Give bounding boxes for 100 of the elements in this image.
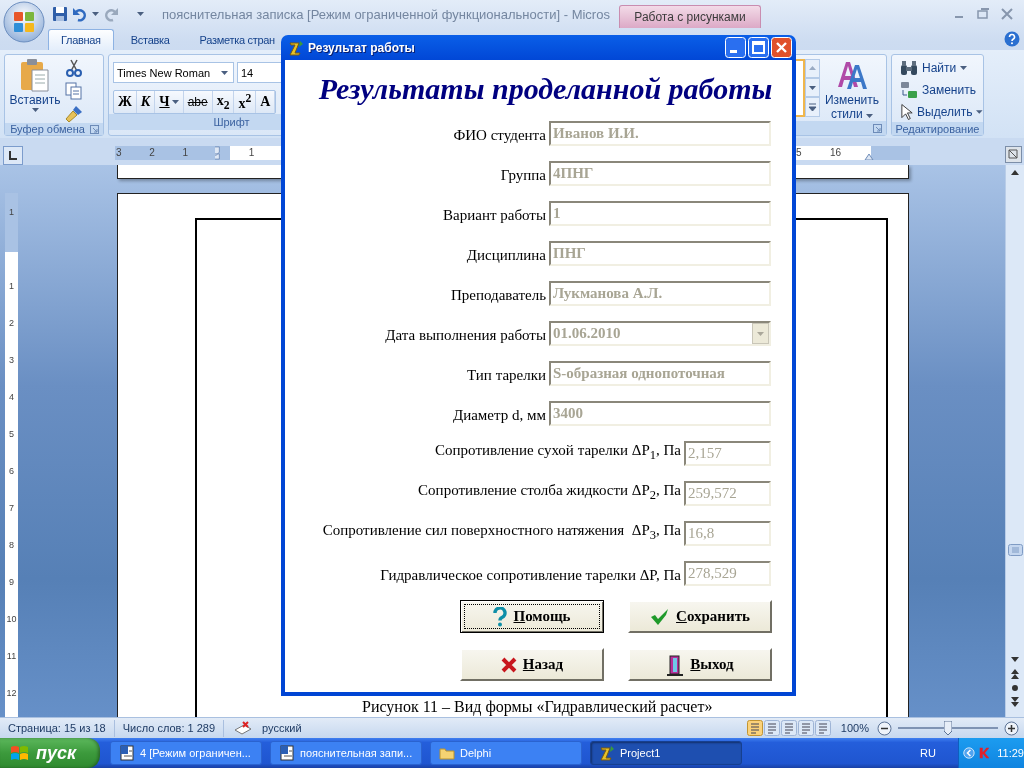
app-icon — [288, 39, 304, 56]
replace-icon — [900, 81, 918, 99]
ruler-number: 1 — [181, 146, 189, 160]
folder-icon — [439, 745, 455, 761]
view-button[interactable] — [797, 720, 814, 736]
maximize-button[interactable] — [748, 37, 769, 58]
caret-icon — [171, 100, 179, 104]
start-button[interactable]: пуск — [0, 738, 100, 768]
tab-stop-button[interactable] — [3, 146, 23, 165]
restore-button[interactable] — [974, 6, 992, 22]
scissors-icon[interactable] — [65, 59, 83, 77]
view-button[interactable] — [780, 720, 797, 736]
view-button[interactable] — [746, 720, 763, 736]
app-icon — [599, 745, 615, 761]
ruler-number: 6 — [8, 465, 15, 478]
clipboard-icon — [20, 58, 50, 92]
ruler-number: 8 — [8, 539, 15, 552]
ruler-number: 9 — [8, 576, 15, 589]
language-indicator[interactable]: русский — [262, 722, 302, 734]
styles-icon — [836, 59, 868, 91]
ribbon-tab[interactable]: Главная — [48, 29, 114, 50]
view-ruler-button[interactable] — [1005, 146, 1022, 163]
word-count[interactable]: Число слов: 1 289 — [114, 719, 225, 737]
caret-icon — [137, 12, 144, 16]
caret-icon — [92, 12, 99, 16]
ruler-number: 5 — [8, 428, 15, 441]
caret-icon — [221, 70, 228, 75]
ribbon-tab[interactable]: Разметка стран — [186, 29, 288, 50]
close-button[interactable] — [998, 6, 1016, 22]
group-title: Буфер обмена — [9, 123, 86, 135]
select-button[interactable]: Выделить — [900, 102, 983, 122]
caret-icon — [976, 110, 983, 114]
zoom-level[interactable]: 100% — [840, 722, 869, 734]
ruler-number: 5 — [795, 146, 803, 160]
italic-button[interactable]: К — [136, 91, 156, 113]
show-hidden-icons-button[interactable] — [963, 745, 975, 761]
office-button[interactable] — [3, 1, 45, 43]
field-label: Вариант работы — [443, 206, 546, 224]
view-button[interactable] — [814, 720, 831, 736]
ribbon-tab[interactable]: Вставка — [117, 29, 183, 50]
exit-button[interactable]: Выход — [628, 648, 772, 681]
caret-icon — [31, 108, 39, 112]
font-color-button[interactable]: A — [256, 91, 276, 113]
dialog-launcher-icon[interactable] — [90, 124, 99, 134]
format-painter-icon[interactable] — [65, 105, 83, 123]
replace-button[interactable]: Заменить — [900, 80, 983, 100]
save-button[interactable]: Сохранить — [628, 600, 772, 633]
ruler-number: 1 — [8, 280, 15, 293]
document-icon — [279, 745, 295, 761]
caret-icon — [866, 114, 874, 118]
view-button[interactable] — [763, 720, 780, 736]
paste-button[interactable]: Вставить — [5, 55, 65, 123]
dialog-launcher-icon[interactable] — [873, 123, 882, 133]
binoculars-icon — [900, 60, 918, 76]
zoom-out-button[interactable] — [877, 720, 892, 736]
ruler-number: 10 — [5, 613, 18, 626]
help-button[interactable]: Помощь — [460, 600, 604, 633]
flag-icon — [10, 744, 30, 762]
field-label: Сопротивление столба жидкости ΔP$_{2}$, Па — [418, 481, 681, 504]
change-styles-button[interactable]: Изменить стили — [823, 59, 881, 121]
zoom-in-button[interactable] — [1004, 720, 1019, 736]
minimize-button[interactable] — [725, 37, 746, 58]
help-icon[interactable] — [1004, 31, 1020, 47]
scroll-thumb[interactable] — [1007, 544, 1023, 556]
close-button[interactable] — [771, 37, 792, 58]
clock: 11:29 — [997, 747, 1024, 759]
superscript-button[interactable]: x$^{2}$ — [234, 91, 257, 113]
taskbar-button[interactable]: Project1 — [590, 741, 742, 765]
field-label: Диаметр d, мм — [452, 406, 546, 424]
save-icon[interactable] — [52, 6, 68, 22]
ruler-number: 4 — [8, 391, 15, 404]
field-label: Дата выполнения работы — [385, 326, 546, 344]
zoom-thumb[interactable] — [944, 720, 952, 735]
subscript-button[interactable]: x$_{2}$ — [212, 91, 235, 113]
bold-button[interactable]: Ж — [114, 91, 137, 113]
dialog-title: Результат работы — [308, 40, 415, 55]
underline-button[interactable]: Ч — [155, 91, 184, 113]
field-label: ФИО студента — [453, 126, 546, 144]
taskbar-button[interactable]: пояснительная запи... — [270, 741, 422, 765]
document-icon — [119, 745, 135, 761]
copy-icon[interactable] — [65, 82, 83, 100]
strikethrough-button[interactable]: abe — [183, 91, 213, 113]
ruler-number: 1 — [8, 206, 15, 219]
taskbar-button[interactable]: Delphi — [430, 741, 582, 765]
font-name-field[interactable]: Times New Roman — [113, 62, 234, 83]
field-label: Сопротивление сил поверхностного натяжения ΔP$_{3}$, Па — [322, 521, 681, 544]
book-cross-icon[interactable] — [234, 721, 253, 735]
language-indicator[interactable]: RU — [920, 747, 936, 759]
field-label: Дисциплина — [466, 246, 546, 264]
ruler-number: 1 — [247, 146, 256, 160]
gallery-down-button[interactable] — [805, 78, 820, 97]
find-button[interactable]: Найти — [900, 58, 983, 78]
undo-icon[interactable] — [72, 6, 88, 22]
figure-caption: Рисунок 11 – Вид формы «Гидравлический расчет» — [361, 698, 714, 716]
gallery-more-button[interactable] — [805, 97, 820, 117]
back-button[interactable]: Назад — [460, 648, 604, 681]
ruler-number: 11 — [5, 650, 18, 663]
caret-icon — [960, 66, 968, 70]
page-count[interactable]: Страница: 15 из 18 — [0, 719, 115, 737]
taskbar-button[interactable]: 4 [Режим ограничен... — [110, 741, 262, 765]
